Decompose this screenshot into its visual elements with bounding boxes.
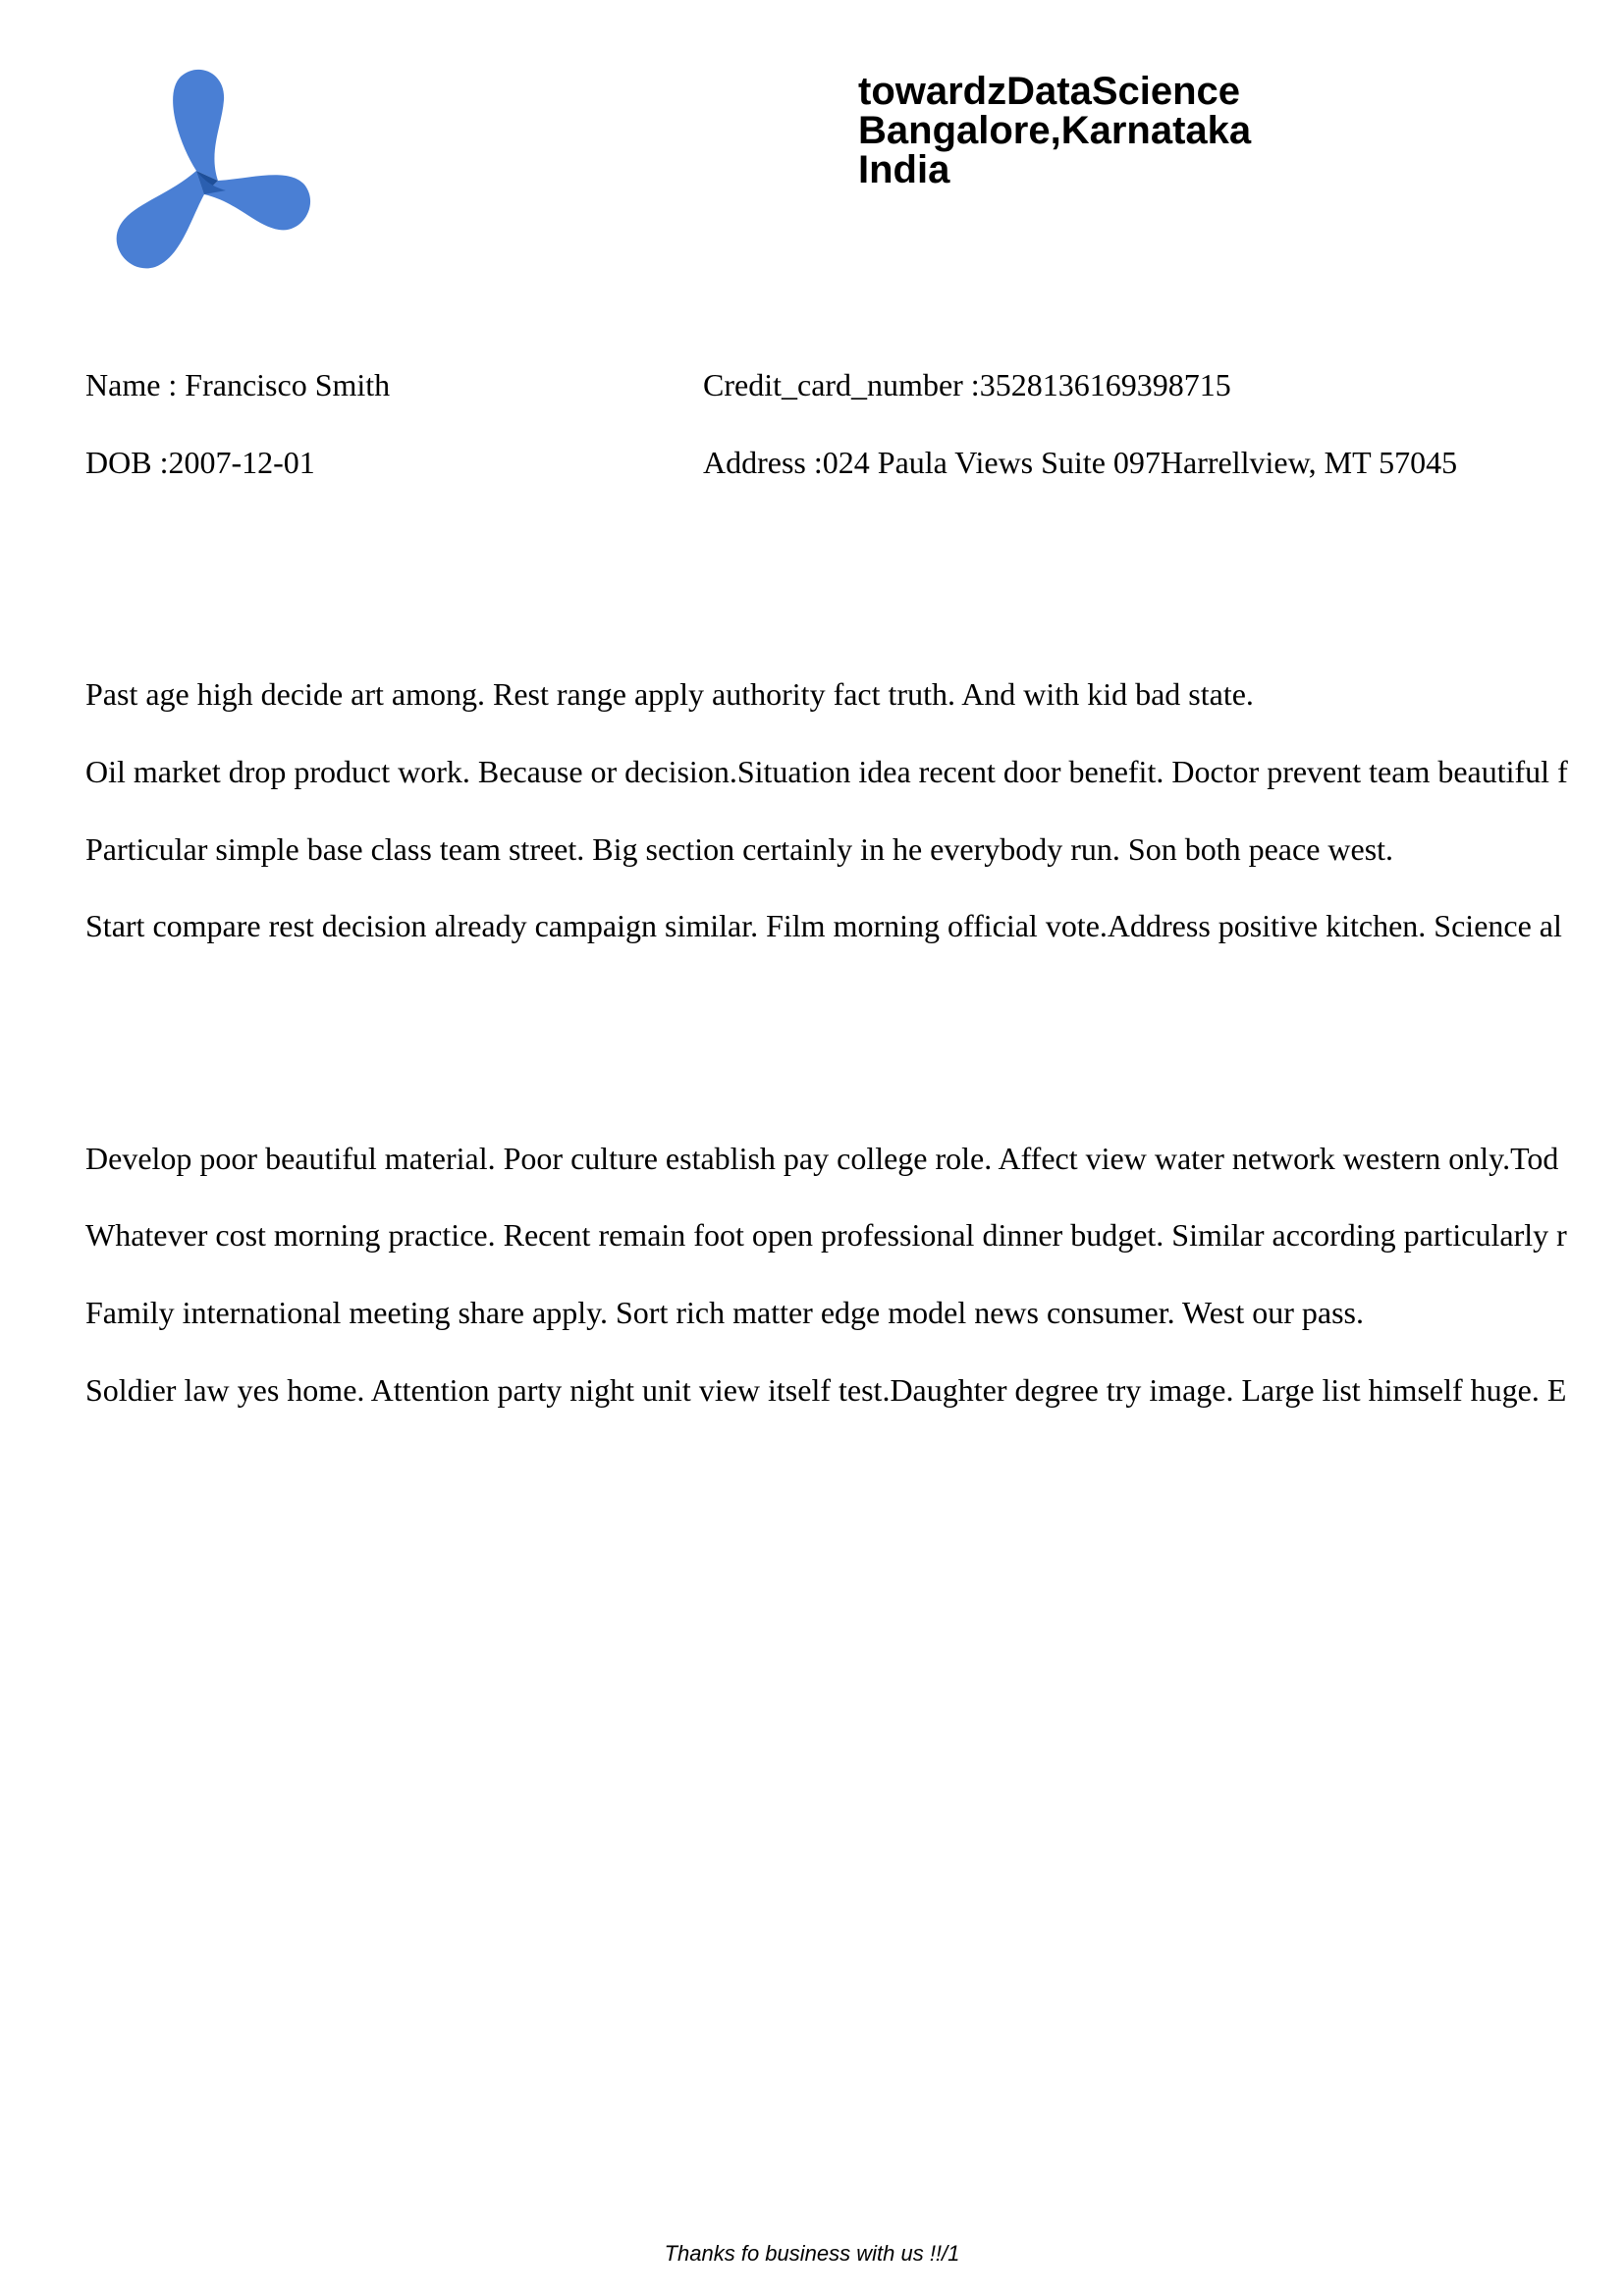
tri-blade-logo-icon (116, 69, 311, 269)
customer-address: Address :024 Paula Views Suite 097Harrel… (703, 445, 1458, 480)
paragraph: Start compare rest decision already camp… (85, 908, 1562, 943)
company-name: towardzDataScience (858, 70, 1241, 113)
company-address-block: towardzDataScience Bangalore,Karnataka I… (858, 72, 1251, 189)
credit-card-number: Credit_card_number :3528136169398715 (703, 367, 1231, 402)
paragraph: Oil market drop product work. Because or… (85, 754, 1568, 789)
paragraph: Soldier law yes home. Attention party ni… (85, 1372, 1567, 1408)
customer-name: Name : Francisco Smith (85, 367, 391, 402)
paragraph: Particular simple base class team street… (85, 831, 1394, 867)
company-country: India (858, 148, 950, 191)
page-footer: Thanks fo business with us !!/1 (664, 2241, 960, 2266)
paragraph: Develop poor beautiful material. Poor cu… (85, 1141, 1559, 1176)
paragraph: Family international meeting share apply… (85, 1295, 1364, 1330)
company-city: Bangalore,Karnataka (858, 109, 1252, 152)
customer-dob: DOB :2007-12-01 (85, 445, 315, 480)
paragraph: Past age high decide art among. Rest ran… (85, 676, 1254, 712)
paragraph: Whatever cost morning practice. Recent r… (85, 1217, 1567, 1253)
